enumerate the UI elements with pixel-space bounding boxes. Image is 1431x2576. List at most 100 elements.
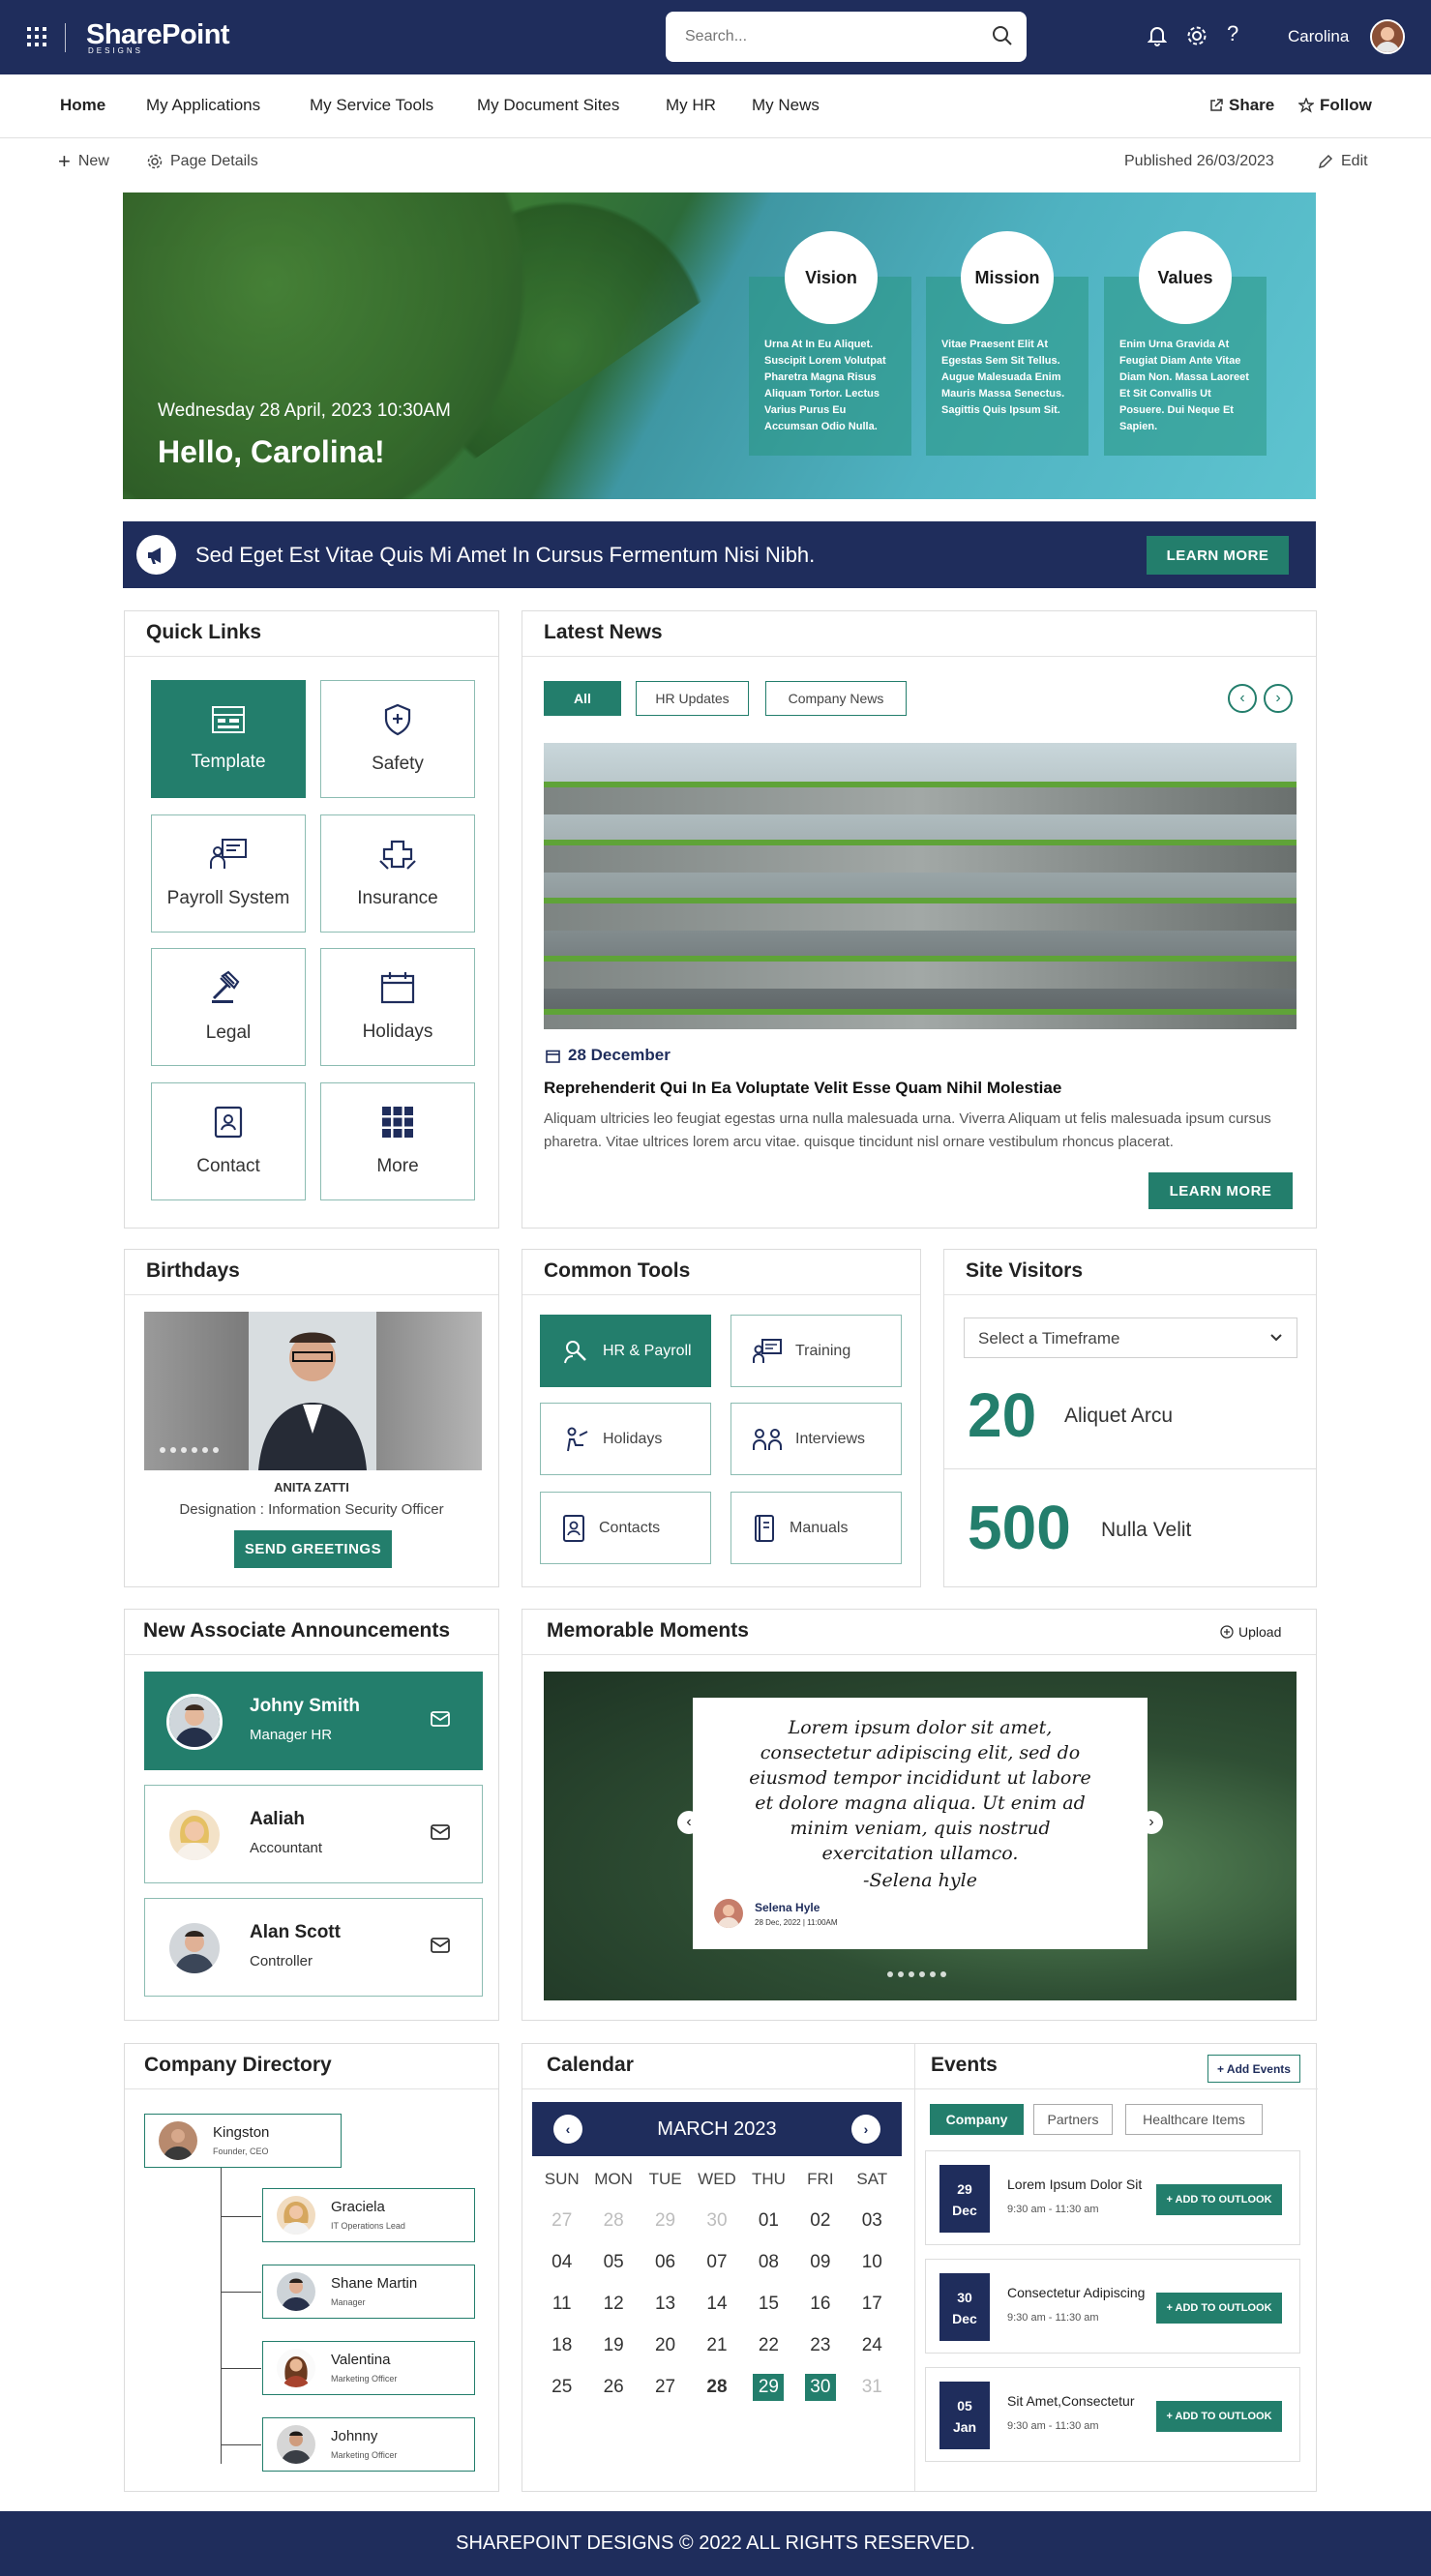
news-image[interactable] xyxy=(544,743,1297,1029)
send-greetings-button[interactable]: SEND GREETINGS xyxy=(234,1530,392,1568)
nav-home[interactable]: Home xyxy=(60,96,105,115)
timeframe-select[interactable]: Select a Timeframe xyxy=(964,1318,1297,1358)
calendar-date[interactable]: 22 xyxy=(743,2332,794,2359)
calendar-date[interactable]: 30 xyxy=(691,2207,742,2235)
directory-person-root[interactable]: Kingston Founder, CEO xyxy=(144,2114,342,2168)
calendar-date[interactable]: 23 xyxy=(794,2332,846,2359)
calendar-date[interactable]: 09 xyxy=(794,2249,846,2276)
news-prev-button[interactable]: ‹ xyxy=(1228,684,1257,713)
add-to-outlook-button[interactable]: + ADD TO OUTLOOK xyxy=(1156,2401,1282,2432)
calendar-date[interactable]: 26 xyxy=(587,2374,639,2401)
quick-link-contact[interactable]: Contact xyxy=(151,1082,306,1200)
calendar-date[interactable]: 12 xyxy=(587,2291,639,2318)
calendar-date[interactable]: 27 xyxy=(536,2207,587,2235)
events-filter-partners[interactable]: Partners xyxy=(1033,2104,1113,2135)
calendar-date[interactable]: 07 xyxy=(691,2249,742,2276)
edit-button[interactable]: Edit xyxy=(1318,153,1368,170)
associate-item[interactable]: Alan Scott Controller xyxy=(144,1898,483,1997)
news-filter-all[interactable]: All xyxy=(544,681,621,716)
nav-my-document-sites[interactable]: My Document Sites xyxy=(477,96,619,115)
search-icon[interactable] xyxy=(992,25,1013,46)
moments-prev-button[interactable]: ‹ xyxy=(677,1811,701,1834)
calendar-date[interactable]: 03 xyxy=(847,2207,898,2235)
carousel-dots[interactable] xyxy=(887,1971,946,1977)
calendar-date[interactable]: 21 xyxy=(691,2332,742,2359)
page-details-button[interactable]: Page Details xyxy=(147,153,258,170)
nav-my-hr[interactable]: My HR xyxy=(666,96,716,115)
calendar-date[interactable]: 10 xyxy=(847,2249,898,2276)
calendar-date[interactable]: 19 xyxy=(587,2332,639,2359)
calendar-date[interactable]: 17 xyxy=(847,2291,898,2318)
tool-hr-payroll[interactable]: HR & Payroll xyxy=(540,1315,711,1387)
calendar-date[interactable]: 15 xyxy=(743,2291,794,2318)
gear-icon[interactable] xyxy=(1186,25,1207,46)
calendar-date[interactable]: 06 xyxy=(640,2249,691,2276)
mail-icon[interactable] xyxy=(431,1711,450,1727)
news-filter-company-news[interactable]: Company News xyxy=(765,681,907,716)
calendar-date[interactable]: 31 xyxy=(847,2374,898,2401)
directory-person[interactable]: Valentina Marketing Officer xyxy=(262,2341,475,2395)
tool-interviews[interactable]: Interviews xyxy=(730,1403,902,1475)
calendar-date[interactable]: 30 xyxy=(804,2374,836,2401)
moments-next-button[interactable]: › xyxy=(1140,1811,1163,1834)
tool-contacts[interactable]: Contacts xyxy=(540,1492,711,1564)
add-to-outlook-button[interactable]: + ADD TO OUTLOOK xyxy=(1156,2184,1282,2215)
directory-person[interactable]: Graciela IT Operations Lead xyxy=(262,2188,475,2242)
upload-button[interactable]: Upload xyxy=(1220,1624,1281,1640)
quick-link-holidays[interactable]: Holidays xyxy=(320,948,475,1066)
calendar-date[interactable]: 20 xyxy=(640,2332,691,2359)
tool-training[interactable]: Training xyxy=(730,1315,902,1387)
calendar-date[interactable]: 05 xyxy=(587,2249,639,2276)
calendar-next-button[interactable]: › xyxy=(851,2115,880,2144)
calendar-date[interactable]: 28 xyxy=(691,2374,742,2401)
quick-link-template[interactable]: Template xyxy=(151,680,306,798)
tool-holidays[interactable]: Holidays xyxy=(540,1403,711,1475)
calendar-date[interactable]: 25 xyxy=(536,2374,587,2401)
nav-my-applications[interactable]: My Applications xyxy=(146,96,260,115)
calendar-date[interactable]: 14 xyxy=(691,2291,742,2318)
quick-link-safety[interactable]: Safety xyxy=(320,680,475,798)
user-avatar[interactable] xyxy=(1370,19,1405,54)
calendar-date[interactable]: 04 xyxy=(536,2249,587,2276)
quick-link-insurance[interactable]: Insurance xyxy=(320,814,475,933)
calendar-date[interactable]: 08 xyxy=(743,2249,794,2276)
quick-link-more[interactable]: More xyxy=(320,1082,475,1200)
search-box[interactable] xyxy=(666,12,1027,62)
app-launcher-icon[interactable] xyxy=(27,27,46,46)
calendar-date[interactable]: 29 xyxy=(753,2374,785,2401)
calendar-date[interactable]: 27 xyxy=(640,2374,691,2401)
user-name[interactable]: Carolina xyxy=(1288,27,1349,46)
news-learn-more-button[interactable]: LEARN MORE xyxy=(1148,1172,1293,1209)
associate-item[interactable]: Aaliah Accountant xyxy=(144,1785,483,1883)
calendar-date[interactable]: 11 xyxy=(536,2291,587,2318)
quick-link-payroll-system[interactable]: Payroll System xyxy=(151,814,306,933)
calendar-date[interactable]: 16 xyxy=(794,2291,846,2318)
news-headline[interactable]: Reprehenderit Qui In Ea Voluptate Velit … xyxy=(544,1079,1061,1098)
quick-link-legal[interactable]: Legal xyxy=(151,948,306,1066)
add-to-outlook-button[interactable]: + ADD TO OUTLOOK xyxy=(1156,2293,1282,2324)
calendar-date[interactable]: 29 xyxy=(640,2207,691,2235)
calendar-date[interactable]: 24 xyxy=(847,2332,898,2359)
new-button[interactable]: + New xyxy=(58,151,109,172)
nav-my-news[interactable]: My News xyxy=(752,96,820,115)
calendar-date[interactable]: 01 xyxy=(743,2207,794,2235)
search-input[interactable] xyxy=(685,25,975,48)
add-events-button[interactable]: + Add Events xyxy=(1207,2055,1300,2083)
event-item[interactable]: 05 Jan Sit Amet,Consectetur 9:30 am - 11:… xyxy=(925,2367,1300,2462)
banner-learn-more-button[interactable]: LEARN MORE xyxy=(1147,536,1289,575)
calendar-date[interactable]: 02 xyxy=(794,2207,846,2235)
calendar-date[interactable]: 18 xyxy=(536,2332,587,2359)
nav-my-service-tools[interactable]: My Service Tools xyxy=(310,96,433,115)
mail-icon[interactable] xyxy=(431,1938,450,1953)
directory-person[interactable]: Shane Martin Manager xyxy=(262,2265,475,2319)
carousel-dots[interactable] xyxy=(160,1447,219,1453)
events-filter-healthcare-items[interactable]: Healthcare Items xyxy=(1125,2104,1263,2135)
tool-manuals[interactable]: Manuals xyxy=(730,1492,902,1564)
news-next-button[interactable]: › xyxy=(1264,684,1293,713)
calendar-date[interactable]: 13 xyxy=(640,2291,691,2318)
associate-item[interactable]: Johny Smith Manager HR xyxy=(144,1672,483,1770)
events-filter-company[interactable]: Company xyxy=(930,2104,1024,2135)
event-item[interactable]: 29 Dec Lorem Ipsum Dolor Sit 9:30 am - 11… xyxy=(925,2150,1300,2245)
event-item[interactable]: 30 Dec Consectetur Adipiscing 9:30 am - 1… xyxy=(925,2259,1300,2354)
calendar-date[interactable]: 28 xyxy=(587,2207,639,2235)
